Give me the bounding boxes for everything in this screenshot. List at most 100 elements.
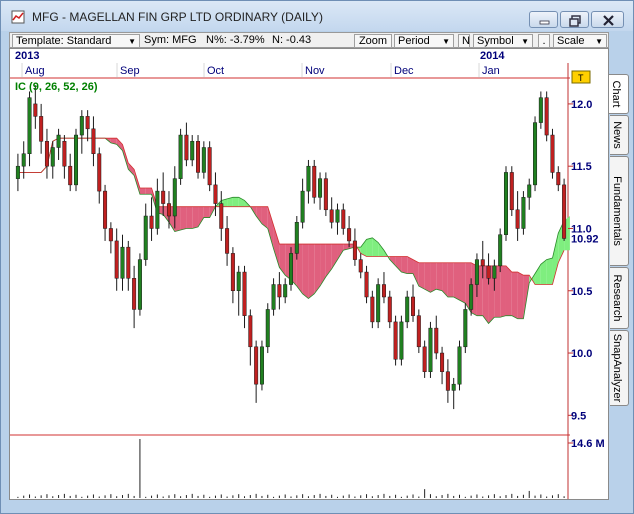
candle-body	[15, 165, 20, 179]
tab-fundamentals[interactable]: Fundamentals	[610, 156, 629, 266]
candle-body	[190, 141, 195, 161]
candle-body	[538, 97, 543, 123]
candle-body	[364, 271, 369, 298]
cloud-segment	[145, 187, 152, 195]
tab-research[interactable]: Research	[610, 267, 629, 329]
candle-body	[27, 97, 32, 154]
chart-toolbar: Template: Standard ▼ Sym: MFG N%: -3.79%…	[9, 32, 609, 48]
candle-body	[474, 259, 479, 285]
month-label-dec: Dec	[394, 65, 414, 77]
cloud-segment	[302, 244, 309, 299]
cloud-segment	[546, 258, 553, 285]
candle-body	[265, 309, 270, 348]
candle-body	[480, 259, 485, 267]
price-tick-label: 12.0	[571, 99, 592, 111]
candle-body	[184, 134, 189, 161]
last-price-label: 10.92	[571, 233, 599, 245]
scale-label: Scale	[557, 35, 585, 47]
price-tick-label: 9.5	[571, 410, 586, 422]
template-dropdown[interactable]: Template: Standard ▼	[12, 34, 140, 48]
title-bar[interactable]: MFG - MAGELLAN FIN GRP LTD ORDINARY (DAI…	[1, 1, 633, 31]
period-label: Period	[398, 35, 430, 47]
cloud-segment	[430, 262, 437, 293]
tab-label: Chart	[610, 80, 622, 108]
minimize-button[interactable]	[529, 11, 558, 28]
year-label: 2013	[15, 50, 39, 62]
cloud-segment	[413, 259, 419, 287]
cloud-segment	[401, 256, 408, 274]
cloud-segment	[279, 244, 286, 276]
cloud-segment	[203, 206, 210, 218]
cloud-segment	[447, 262, 454, 297]
cloud-segment	[331, 244, 338, 269]
candle-body	[370, 296, 375, 323]
candle-body	[515, 209, 520, 229]
candle-body	[79, 116, 84, 136]
cloud-segment	[261, 206, 268, 229]
cloud-segment	[325, 244, 332, 277]
candle-body	[91, 128, 96, 154]
candle-body	[166, 203, 171, 217]
dot-button[interactable]: .	[538, 34, 550, 48]
candle-body	[556, 172, 561, 186]
candle-body	[225, 228, 230, 254]
period-dropdown[interactable]: Period ▼	[394, 34, 454, 48]
chart-panel[interactable]: Aug Sep Oct Nov Dec Jan 2013 2014 IC (9, 26, 52,…	[9, 48, 609, 500]
candle-body	[219, 203, 224, 229]
candle-body	[381, 284, 386, 298]
candle-body	[74, 134, 79, 186]
candle-body	[178, 134, 183, 179]
cloud-segment	[232, 197, 239, 207]
zoom-button[interactable]: Zoom	[354, 34, 392, 48]
scale-dropdown[interactable]: Scale ▼	[553, 34, 607, 48]
candle-body	[335, 209, 340, 223]
candle-body	[120, 246, 125, 279]
maximize-icon	[569, 15, 581, 27]
candle-body	[44, 141, 49, 167]
candle-body	[271, 284, 276, 310]
candle-body	[358, 259, 363, 273]
chevron-down-icon: ▼	[128, 37, 136, 46]
candle-body	[56, 134, 61, 148]
price-chart[interactable]: Aug Sep Oct Nov Dec Jan 2013 2014 IC (9, 26, 52,…	[10, 49, 608, 499]
candle-body	[323, 178, 328, 211]
cloud-segment	[198, 206, 204, 227]
cloud-segment	[366, 237, 373, 257]
symbol-readout: Sym: MFG	[144, 34, 197, 46]
candle-body	[445, 371, 450, 391]
symbol-dropdown[interactable]: Symbol ▼	[473, 34, 533, 48]
cloud-segment	[314, 244, 321, 294]
n-button[interactable]: N	[458, 34, 470, 48]
candle-body	[62, 141, 67, 167]
candle-body	[97, 153, 102, 192]
window-title: MFG - MAGELLAN FIN GRP LTD ORDINARY (DAI…	[32, 10, 323, 24]
cloud-segment	[517, 272, 524, 319]
candle-body	[352, 240, 357, 260]
month-label-nov: Nov	[305, 65, 325, 77]
candle-body	[207, 147, 212, 186]
candle-body	[416, 315, 421, 348]
candle-body	[155, 190, 160, 229]
tab-news[interactable]: News	[610, 115, 629, 155]
tab-chart[interactable]: Chart	[609, 74, 629, 114]
cloud-segment	[320, 244, 326, 287]
candle-body	[213, 184, 218, 204]
candle-body	[172, 178, 177, 217]
cloud-segment	[505, 265, 512, 316]
close-button[interactable]	[591, 11, 624, 28]
month-label-aug: Aug	[25, 65, 45, 77]
candle-body	[161, 190, 166, 204]
candle-body	[230, 253, 235, 292]
cloud-segment	[267, 206, 274, 249]
candle-body	[294, 221, 299, 254]
cloud-segment	[511, 272, 518, 319]
candle-body	[312, 165, 317, 198]
horizontal-scrollbar[interactable]	[9, 501, 609, 513]
cloud-segment	[500, 265, 506, 318]
candle-body	[393, 321, 398, 360]
tab-snapanalyzer[interactable]: SnapAnalyzer	[610, 330, 629, 406]
candle-body	[126, 246, 131, 279]
template-label: Template: Standard	[16, 35, 112, 47]
maximize-button[interactable]	[560, 11, 589, 28]
cloud-segment	[552, 233, 559, 285]
